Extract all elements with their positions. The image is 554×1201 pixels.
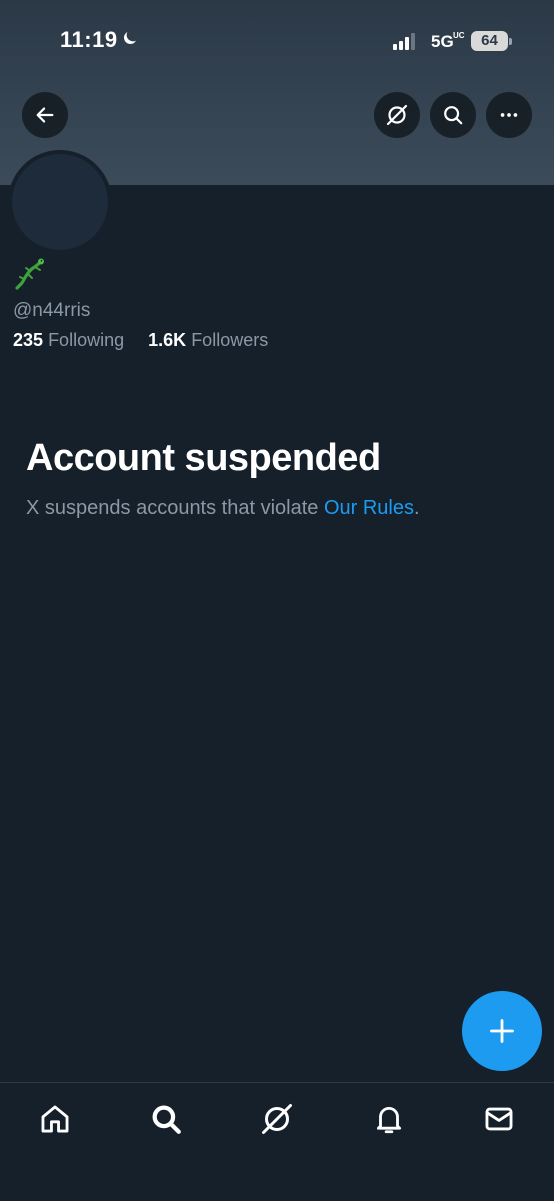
network-label: 5G (431, 32, 454, 51)
more-icon (500, 113, 518, 117)
followers-count: 1.6K (148, 330, 187, 350)
profile-handle: @n44rris (13, 300, 91, 321)
following-count: 235 (13, 330, 44, 350)
profile-stats: 235 Following 1.6K Followers (13, 330, 268, 351)
network-sub-label: UC (453, 31, 465, 40)
avatar[interactable] (8, 150, 112, 254)
back-button[interactable] (22, 92, 68, 138)
nav-grok[interactable] (257, 1099, 297, 1139)
grok-button[interactable] (374, 92, 420, 138)
more-button[interactable] (486, 92, 532, 138)
battery-nub (509, 38, 512, 45)
bell-icon (376, 1107, 402, 1134)
gecko-emoji-icon (14, 256, 50, 292)
following-link[interactable]: 235 Following (13, 330, 129, 350)
battery-indicator: 64 (471, 31, 508, 51)
grok-icon (386, 104, 408, 126)
followers-label: Followers (191, 330, 269, 350)
following-label: Following (48, 330, 125, 350)
followers-link[interactable]: 1.6K Followers (148, 330, 268, 350)
suspended-message: X suspends accounts that violate Our Rul… (26, 497, 420, 520)
suspended-title: Account suspended (26, 437, 381, 479)
suspended-period: . (414, 497, 420, 519)
our-rules-link[interactable]: Our Rules (324, 497, 414, 519)
search-icon (152, 1105, 181, 1134)
home-icon (41, 1105, 69, 1133)
nav-notifications[interactable] (369, 1099, 409, 1139)
suspended-text: X suspends accounts that violate (26, 497, 324, 519)
search-button[interactable] (430, 92, 476, 138)
nav-search[interactable] (146, 1099, 186, 1139)
status-time: 11:19 (60, 27, 118, 52)
bottom-nav (0, 1082, 554, 1201)
nav-messages[interactable] (479, 1099, 519, 1139)
back-arrow-icon (36, 107, 54, 123)
search-icon (444, 106, 463, 125)
moon-icon (121, 29, 139, 52)
nav-home[interactable] (35, 1099, 75, 1139)
compose-button[interactable] (462, 991, 542, 1071)
status-bar: 11:19 5G UC 64 (0, 0, 554, 80)
grok-icon (262, 1104, 292, 1134)
mail-icon (485, 1107, 513, 1131)
signal-icon (393, 32, 419, 55)
plus-icon (490, 1019, 514, 1043)
